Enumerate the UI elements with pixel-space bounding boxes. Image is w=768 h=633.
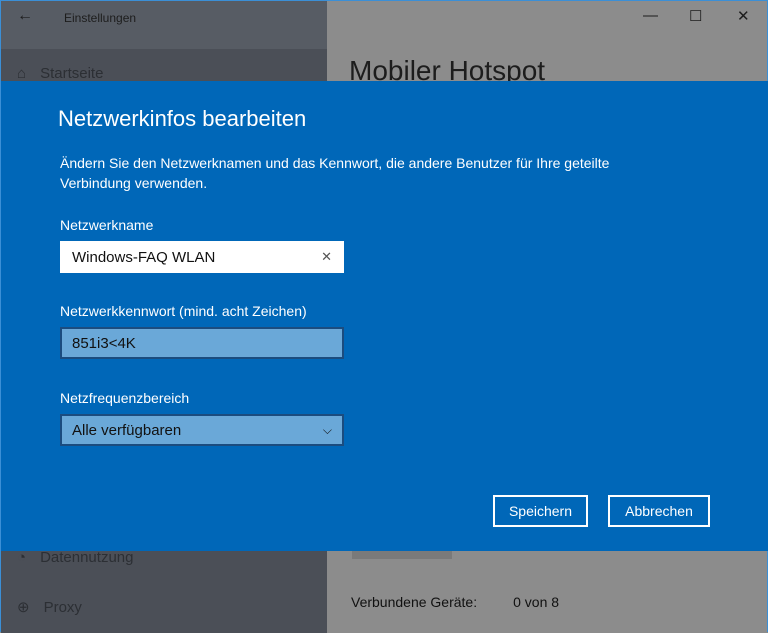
title-bar-left [1, 1, 327, 49]
clear-icon[interactable]: ✕ [321, 249, 332, 265]
cancel-button[interactable]: Abbrechen [608, 495, 710, 527]
settings-window: ← Einstellungen ⌂ Startseite ◔ Datennutzun… [0, 0, 768, 633]
band-select[interactable]: Alle verfügbaren ⌵ [60, 414, 344, 446]
edit-network-dialog: Netzwerkinfos bearbeiten Ändern Sie den … [1, 81, 768, 551]
network-name-input[interactable]: Windows-FAQ WLAN ✕ [60, 241, 344, 273]
band-label: Netzfrequenzbereich [60, 390, 190, 406]
back-arrow-icon[interactable]: ← [17, 7, 33, 25]
password-label: Netzwerkkennwort (mind. acht Zeichen) [60, 303, 307, 319]
chevron-down-icon: ⌵ [322, 422, 332, 437]
sidebar-item-datennutzung[interactable]: ◔ Datennutzung [17, 549, 133, 566]
dialog-description: Ändern Sie den Netzwerknamen und das Ken… [60, 155, 610, 191]
network-name-label: Netzwerkname [60, 217, 154, 233]
sidebar-item-startseite[interactable]: ⌂ Startseite [17, 65, 103, 82]
connected-devices: Verbundene Geräte: 0 von 8 [351, 594, 560, 610]
home-icon: ⌂ [17, 65, 27, 82]
save-button[interactable]: Speichern [493, 495, 588, 527]
data-usage-icon: ◔ [17, 549, 27, 566]
globe-icon: ⊕ [17, 599, 30, 616]
sidebar-item-proxy[interactable]: ⊕ Proxy [17, 598, 82, 617]
toggle-placeholder [352, 551, 452, 559]
maximize-button[interactable]: ☐ [689, 7, 702, 25]
dialog-title: Netzwerkinfos bearbeiten [58, 106, 307, 131]
close-button[interactable]: ✕ [737, 7, 750, 25]
minimize-button[interactable]: — [643, 7, 658, 24]
window-title: Einstellungen [64, 11, 137, 25]
password-input[interactable]: 851i3<4K [60, 327, 344, 359]
